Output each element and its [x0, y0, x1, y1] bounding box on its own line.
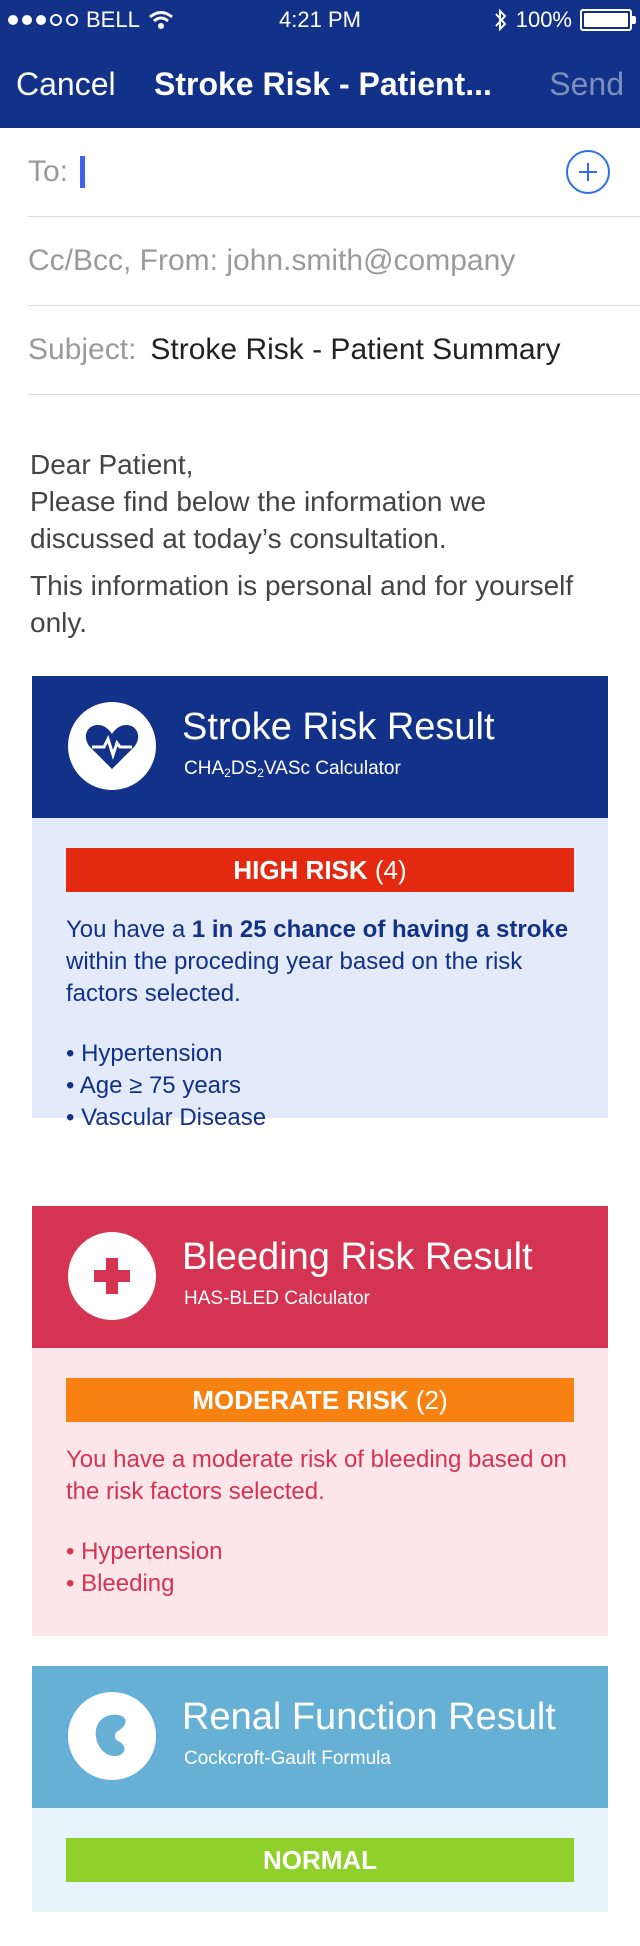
- renal-card-title: Renal Function Result: [182, 1696, 556, 1738]
- privacy-text: This information is personal and for you…: [30, 570, 574, 638]
- stroke-card-subtitle: CHA2DS2VASc Calculator: [184, 758, 401, 780]
- risk-label: HIGH RISK: [233, 855, 368, 885]
- top-bar: BELL 4:21 PM 100% Cancel Stroke Risk - P…: [0, 0, 640, 128]
- nav-bar: Cancel Stroke Risk - Patient... Send: [0, 54, 640, 114]
- bleeding-card-title: Bleeding Risk Result: [182, 1236, 533, 1278]
- stroke-risk-card: Stroke Risk Result CHA2DS2VASc Calculato…: [32, 676, 608, 1131]
- list-item: Hypertension: [66, 1536, 574, 1568]
- list-item: Hypertension: [66, 1038, 574, 1070]
- risk-score: (4): [374, 855, 407, 885]
- stroke-card-title: Stroke Risk Result: [182, 706, 495, 748]
- add-recipient-button[interactable]: [566, 150, 610, 194]
- heart-pulse-icon: [68, 702, 156, 790]
- greeting: Dear Patient,: [30, 449, 194, 480]
- renal-card-body: NORMAL: [32, 1808, 608, 1912]
- moderate-risk-badge: MODERATE RISK (2): [66, 1378, 574, 1422]
- bleeding-description: You have a moderate risk of bleeding bas…: [66, 1446, 567, 1505]
- list-item: Age ≥ 75 years: [66, 1070, 574, 1102]
- stroke-factors-list: Hypertension Age ≥ 75 years Vascular Dis…: [66, 1038, 574, 1134]
- status-bar: BELL 4:21 PM 100%: [0, 0, 640, 40]
- subject-field[interactable]: Subject: Stroke Risk - Patient Summary: [28, 306, 640, 395]
- nav-title: Stroke Risk - Patient...: [154, 66, 492, 102]
- renal-card-subtitle: Cockcroft-Gault Formula: [184, 1748, 391, 1769]
- cc-bcc-from-label: Cc/Bcc, From: john.smith@company: [28, 244, 516, 277]
- normal-badge: NORMAL: [66, 1838, 574, 1882]
- renal-function-card: Renal Function Result Cockcroft-Gault Fo…: [32, 1666, 608, 1912]
- bleeding-risk-card: Bleeding Risk Result HAS-BLED Calculator…: [32, 1206, 608, 1636]
- intro-text: Please find below the information we dis…: [30, 486, 487, 554]
- battery-percent: 100%: [515, 7, 572, 32]
- battery-icon: [580, 9, 636, 31]
- cross-icon: [68, 1232, 156, 1320]
- stroke-description: You have a 1 in 25 chance of having a st…: [66, 916, 569, 1007]
- status-right: 100%: [494, 0, 636, 40]
- bleeding-card-header: Bleeding Risk Result HAS-BLED Calculator: [32, 1206, 608, 1348]
- bleeding-card-body: MODERATE RISK (2) You have a moderate ri…: [32, 1348, 608, 1636]
- to-label: To:: [28, 155, 69, 188]
- stroke-card-header: Stroke Risk Result CHA2DS2VASc Calculato…: [32, 676, 608, 818]
- text-cursor: [80, 156, 86, 188]
- bleeding-card-subtitle: HAS-BLED Calculator: [184, 1288, 370, 1309]
- bluetooth-icon: [494, 8, 507, 32]
- to-field[interactable]: To:: [28, 128, 640, 217]
- message-body[interactable]: Dear Patient, Please find below the info…: [30, 446, 610, 651]
- high-risk-badge: HIGH RISK (4): [66, 848, 574, 892]
- send-button[interactable]: Send: [549, 66, 624, 103]
- plus-icon: [579, 163, 597, 181]
- stroke-card-body: HIGH RISK (4) You have a 1 in 25 chance …: [32, 818, 608, 1131]
- risk-label: NORMAL: [262, 1845, 378, 1875]
- renal-card-header: Renal Function Result Cockcroft-Gault Fo…: [32, 1666, 608, 1808]
- kidney-icon: [68, 1692, 156, 1780]
- cc-bcc-from-field[interactable]: Cc/Bcc, From: john.smith@company: [28, 217, 640, 306]
- risk-score: (2): [415, 1385, 448, 1415]
- subject-value: Stroke Risk - Patient Summary: [150, 333, 561, 366]
- risk-label: MODERATE RISK: [192, 1385, 409, 1415]
- list-item: Vascular Disease: [66, 1102, 574, 1134]
- mail-fields: To: Cc/Bcc, From: john.smith@company Sub…: [0, 128, 640, 395]
- list-item: Bleeding: [66, 1568, 574, 1600]
- cancel-button[interactable]: Cancel: [16, 66, 116, 103]
- bleeding-factors-list: Hypertension Bleeding: [66, 1536, 574, 1600]
- subject-label: Subject:: [28, 333, 137, 366]
